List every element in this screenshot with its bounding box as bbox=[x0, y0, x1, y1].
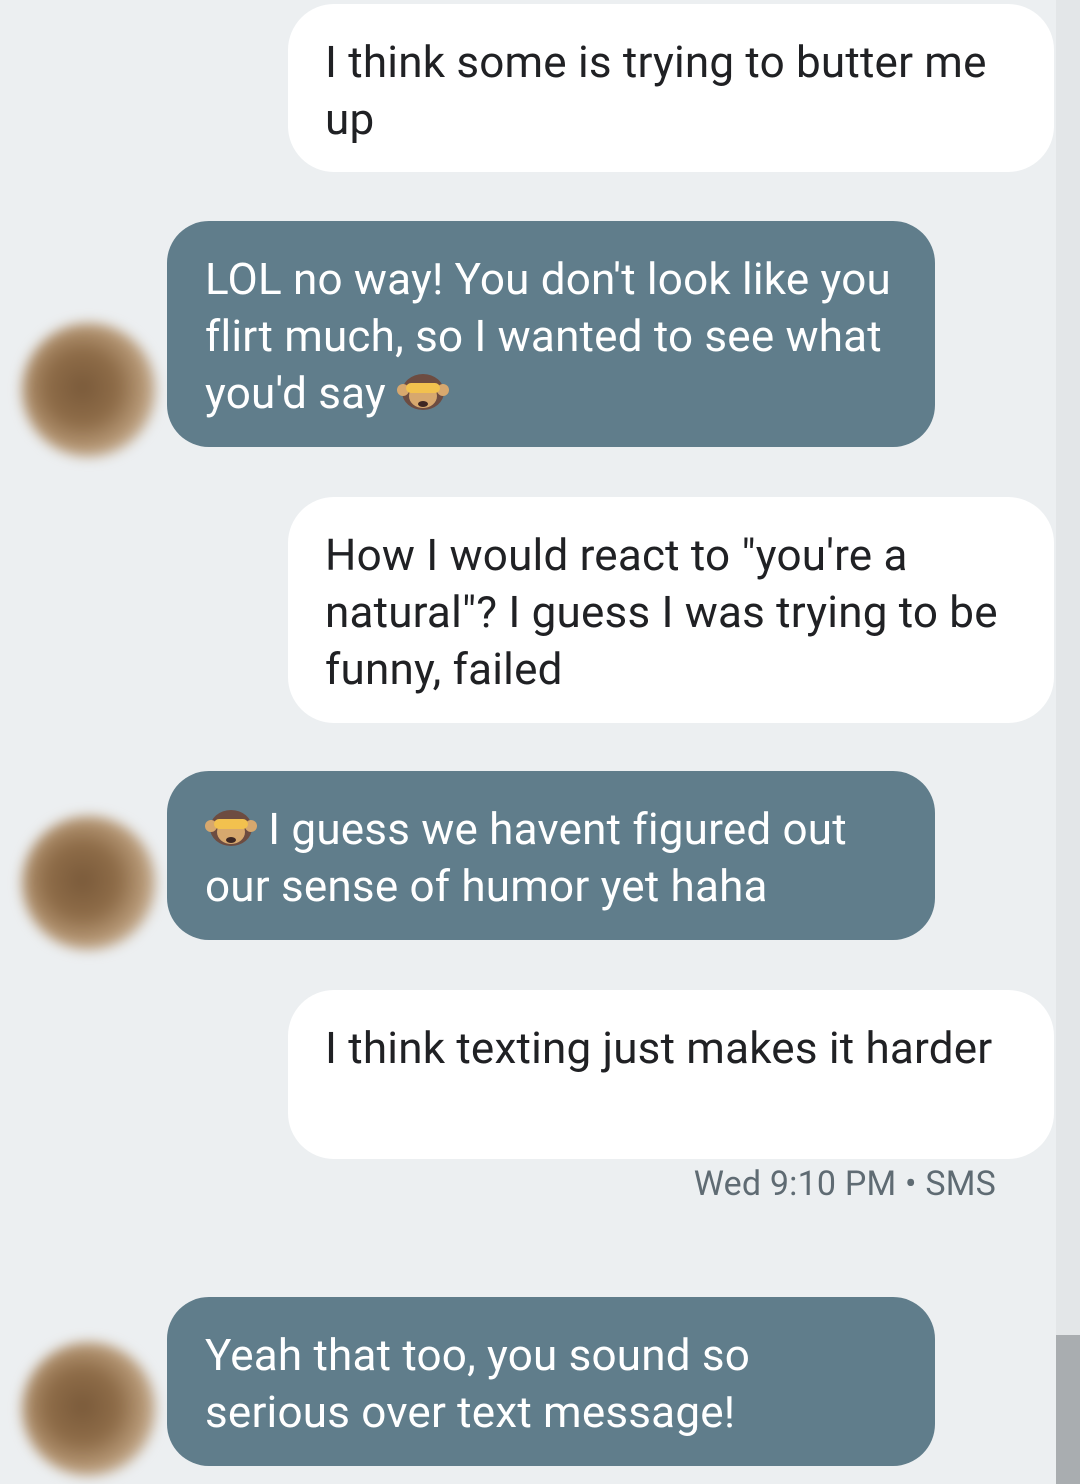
timestamp-text: Wed 9:10 PM bbox=[693, 1164, 897, 1204]
avatar[interactable] bbox=[22, 1342, 156, 1476]
message-text: Yeah that too, you sound so serious over… bbox=[205, 1329, 751, 1438]
message-text: LOL no way! You don't look like you flir… bbox=[205, 253, 891, 419]
see-no-evil-monkey-icon bbox=[397, 374, 450, 410]
message-text: I guess we havent figured out our sense … bbox=[205, 803, 847, 912]
message-bubble-incoming[interactable]: LOL no way! You don't look like you flir… bbox=[167, 221, 935, 447]
scrollbar-track[interactable] bbox=[1056, 0, 1080, 1484]
message-bubble-outgoing[interactable]: I think texting just makes it harder bbox=[288, 990, 1054, 1159]
see-no-evil-monkey-icon bbox=[205, 810, 257, 846]
scrollbar-thumb[interactable] bbox=[1056, 1335, 1080, 1484]
message-text: How I would react to "you're a natural"?… bbox=[325, 529, 998, 695]
message-text: I think texting just makes it harder bbox=[325, 1022, 993, 1074]
message-bubble-incoming[interactable]: I guess we havent figured out our sense … bbox=[167, 771, 935, 940]
message-bubble-outgoing[interactable]: How I would react to "you're a natural"?… bbox=[288, 497, 1054, 723]
message-text: I think some is trying to butter me up bbox=[325, 36, 987, 145]
meta-separator: • bbox=[905, 1164, 917, 1204]
message-type: SMS bbox=[925, 1164, 996, 1204]
message-timestamp: Wed 9:10 PM • SMS bbox=[694, 1164, 996, 1204]
message-bubble-outgoing[interactable]: I think some is trying to butter me up bbox=[288, 4, 1054, 172]
avatar[interactable] bbox=[22, 816, 156, 950]
message-thread: I think some is trying to butter me up L… bbox=[0, 0, 1056, 1484]
message-bubble-incoming[interactable]: Yeah that too, you sound so serious over… bbox=[167, 1297, 935, 1466]
avatar[interactable] bbox=[22, 323, 156, 457]
